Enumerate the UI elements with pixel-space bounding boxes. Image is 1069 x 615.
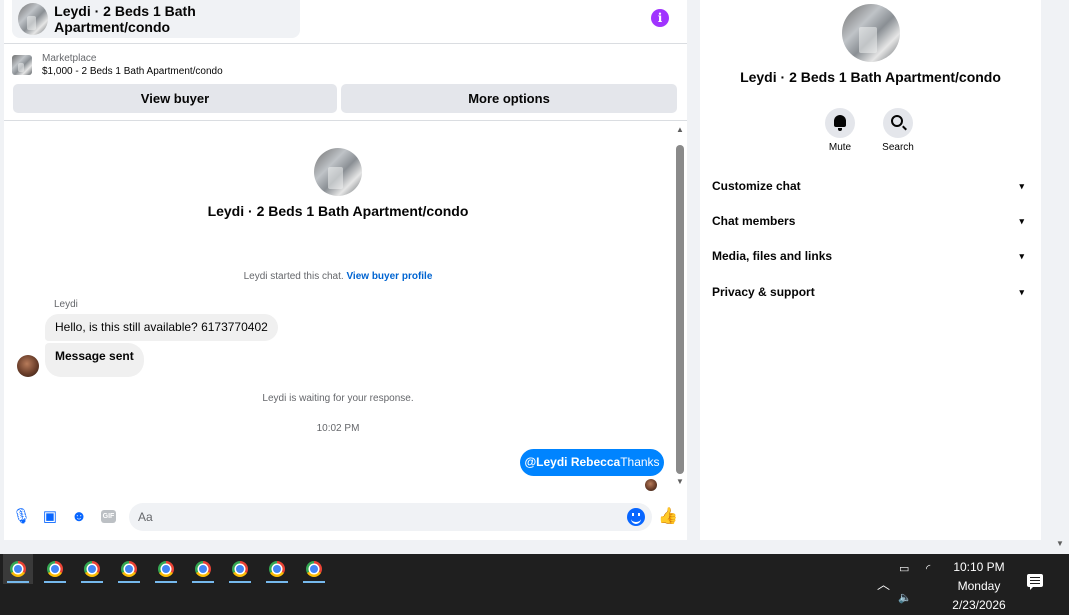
- thumbs-up-icon[interactable]: 👍: [658, 507, 678, 527]
- section-media-files-links[interactable]: Media, files and links ▾: [712, 246, 1030, 266]
- conversation-title: Leydi · 2 Beds 1 Bath Apartment/condo: [207, 203, 469, 219]
- outgoing-message: @Leydi RebeccaThanks: [520, 449, 664, 476]
- taskbar-chrome-window[interactable]: [77, 554, 107, 584]
- chat-title: Leydi · 2 Beds 1 Bath Apartment/condo: [54, 3, 196, 35]
- taskbar-chrome-window[interactable]: [299, 554, 329, 584]
- open-indicator: [303, 581, 325, 583]
- microphone-icon[interactable]: 🎙: [12, 508, 31, 526]
- chat-info-panel: Leydi · 2 Beds 1 Bath Apartment/condo Mu…: [700, 0, 1041, 540]
- photo-icon[interactable]: ▣: [41, 508, 59, 526]
- info-avatar: [842, 4, 900, 62]
- chrome-icon: [121, 561, 137, 577]
- show-hidden-icons-chevron-up-icon[interactable]: ︿: [877, 574, 890, 593]
- taskbar-chrome-window[interactable]: [225, 554, 255, 584]
- section-label: Privacy & support: [712, 285, 815, 299]
- clock-time: 10:10 PM: [953, 560, 1005, 574]
- open-indicator: [192, 581, 214, 583]
- system-clock[interactable]: 10:10 PM Monday 2/23/2026: [946, 558, 1012, 615]
- listing-thumbnail: [18, 3, 49, 35]
- search-label: Search: [882, 142, 914, 153]
- sender-name: Leydi: [54, 299, 78, 310]
- scroll-up-arrow-icon[interactable]: ▲: [675, 126, 685, 134]
- mention[interactable]: @Leydi Rebecca: [524, 455, 620, 469]
- taskbar-chrome-window[interactable]: [3, 554, 33, 584]
- listing-small-thumbnail: [12, 55, 32, 75]
- message-scrollbar[interactable]: ▲ ▼: [675, 126, 685, 490]
- section-chat-members[interactable]: Chat members ▾: [712, 211, 1030, 231]
- scroll-down-arrow-icon[interactable]: ▼: [675, 478, 685, 486]
- clock-day: Monday: [957, 579, 1001, 593]
- emoji-icon[interactable]: [627, 508, 645, 526]
- waiting-notice: Leydi is waiting for your response.: [262, 393, 414, 404]
- gif-icon[interactable]: GIF: [101, 510, 116, 523]
- message-timestamp: 10:02 PM: [316, 423, 360, 434]
- section-label: Chat members: [712, 214, 796, 228]
- chrome-icon: [232, 561, 248, 577]
- open-indicator: [229, 581, 251, 583]
- taskbar: ︿ ▭ ◜ 🔈 10:10 PM Monday 2/23/2026: [0, 554, 1069, 615]
- info-title: Leydi · 2 Beds 1 Bath Apartment/condo: [740, 69, 1001, 85]
- message-input[interactable]: [129, 503, 652, 531]
- section-label: Customize chat: [712, 179, 801, 193]
- chrome-icon: [47, 561, 63, 577]
- more-options-button[interactable]: More options: [341, 84, 677, 113]
- open-indicator: [118, 581, 140, 583]
- clock-date: 2/23/2026: [952, 598, 1006, 612]
- section-customize-chat[interactable]: Customize chat ▾: [712, 176, 1030, 196]
- chat-started-text: Leydi started this chat.: [243, 271, 344, 282]
- chrome-icon: [84, 561, 100, 577]
- open-indicator: [266, 581, 288, 583]
- info-icon[interactable]: i: [651, 9, 669, 27]
- taskbar-chrome-window[interactable]: [40, 554, 70, 584]
- view-buyer-button[interactable]: View buyer: [13, 84, 337, 113]
- open-indicator: [44, 581, 66, 583]
- conversation-avatar: [314, 148, 362, 196]
- outgoing-message-text: Thanks: [620, 455, 660, 469]
- incoming-message: Hello, is this still available? 61737704…: [45, 314, 278, 341]
- chat-title-button[interactable]: Leydi · 2 Beds 1 Bath Apartment/condo: [12, 0, 300, 38]
- section-privacy-support[interactable]: Privacy & support ▾: [712, 282, 1030, 302]
- taskbar-chrome-window[interactable]: [262, 554, 292, 584]
- sticker-icon[interactable]: ☻: [70, 508, 88, 526]
- battery-icon[interactable]: ▭: [899, 562, 909, 575]
- chrome-icon: [10, 561, 26, 577]
- search-button[interactable]: Search: [868, 108, 928, 153]
- volume-icon[interactable]: 🔈: [898, 591, 912, 604]
- open-indicator: [155, 581, 177, 583]
- chrome-icon: [158, 561, 174, 577]
- chevron-down-icon: ▾: [1019, 287, 1024, 297]
- seen-avatar: [645, 479, 657, 491]
- chevron-down-icon: ▾: [1019, 251, 1024, 261]
- open-indicator: [81, 581, 103, 583]
- bell-icon: [834, 115, 846, 131]
- page-scroll-down-icon[interactable]: ▼: [1056, 539, 1064, 548]
- chevron-down-icon: ▾: [1019, 216, 1024, 226]
- chrome-icon: [306, 561, 322, 577]
- marketplace-listing[interactable]: Marketplace $1,000 - 2 Beds 1 Bath Apart…: [12, 50, 223, 80]
- active-indicator: [7, 581, 29, 583]
- taskbar-chrome-window[interactable]: [188, 554, 218, 584]
- mute-button[interactable]: Mute: [810, 108, 870, 153]
- chrome-icon: [195, 561, 211, 577]
- notifications-icon[interactable]: [1027, 574, 1043, 590]
- taskbar-chrome-window[interactable]: [151, 554, 181, 584]
- wifi-icon[interactable]: ◜: [926, 562, 930, 575]
- scrollbar-thumb[interactable]: [676, 145, 684, 474]
- taskbar-chrome-window[interactable]: [114, 554, 144, 584]
- mute-label: Mute: [828, 142, 852, 153]
- chat-started-notice: Leydi started this chat. View buyer prof…: [4, 271, 672, 282]
- chat-header: Leydi · 2 Beds 1 Bath Apartment/condo i: [4, 0, 687, 44]
- view-buyer-profile-link[interactable]: View buyer profile: [346, 271, 432, 282]
- chat-panel: Leydi · 2 Beds 1 Bath Apartment/condo i …: [4, 0, 687, 540]
- listing-detail: $1,000 - 2 Beds 1 Bath Apartment/condo: [42, 66, 223, 77]
- section-label: Media, files and links: [712, 249, 833, 263]
- divider: [4, 120, 687, 121]
- marketplace-label: Marketplace: [42, 53, 97, 64]
- chevron-down-icon: ▾: [1019, 181, 1024, 191]
- chrome-icon: [269, 561, 285, 577]
- sender-avatar[interactable]: [17, 355, 39, 377]
- incoming-message: Message sent: [45, 343, 144, 377]
- search-icon: [891, 115, 903, 127]
